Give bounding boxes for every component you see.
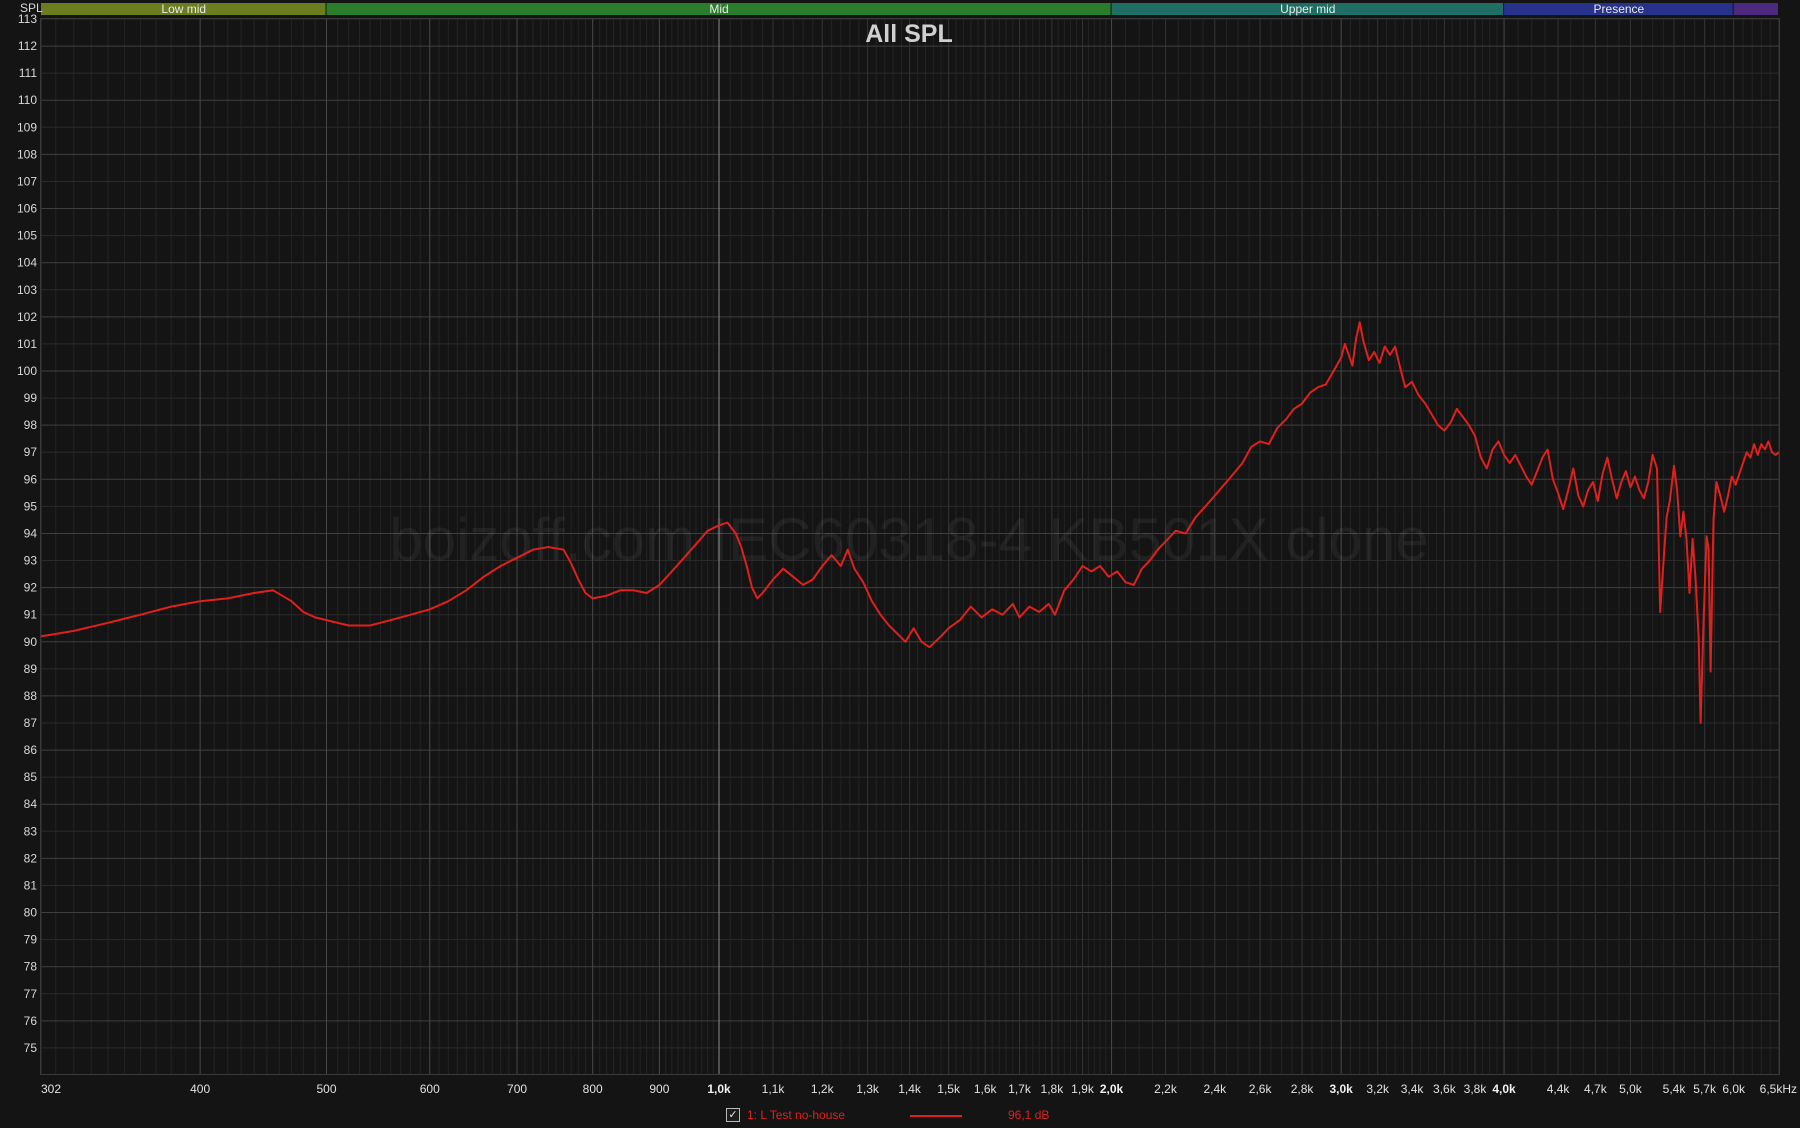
x-tick-label: 1,3k	[856, 1082, 880, 1096]
band-label-2: Upper mid	[1280, 2, 1335, 16]
y-tick-label: 89	[24, 662, 38, 676]
y-tick-label: 103	[17, 283, 37, 297]
series-visibility-checkbox[interactable]: ✓	[726, 1108, 740, 1122]
y-tick-label: 88	[24, 689, 38, 703]
x-tick-label: 500	[316, 1082, 336, 1096]
y-tick-label: 110	[18, 93, 37, 107]
y-tick-label: 95	[24, 499, 38, 513]
y-tick-label: 96	[24, 472, 38, 486]
y-tick-label: 108	[17, 147, 37, 161]
x-tick-label: 700	[507, 1082, 527, 1096]
y-tick-label: 98	[24, 418, 38, 432]
watermark: boizoff.com IEC60318-4 KB501X clone	[389, 506, 1429, 573]
band-label-0: Low mid	[161, 2, 206, 16]
x-tick-label: 6,0k	[1722, 1082, 1746, 1096]
y-tick-label: 91	[24, 608, 38, 622]
y-tick-label: 90	[24, 635, 38, 649]
y-tick-label: 105	[17, 229, 37, 243]
x-tick-label: 3,8k	[1464, 1082, 1488, 1096]
x-tick-label: 302	[41, 1082, 61, 1096]
y-tick-label: 101	[17, 337, 37, 351]
y-tick-label: 93	[24, 554, 38, 568]
y-tick-label: 97	[24, 445, 38, 459]
y-tick-label: 100	[17, 364, 37, 378]
y-tick-label: 85	[24, 770, 38, 784]
y-tick-label: 77	[24, 987, 38, 1001]
y-tick-label: 86	[24, 743, 38, 757]
x-tick-label: 600	[420, 1082, 440, 1096]
x-tick-label: 400	[190, 1082, 210, 1096]
y-tick-label: 112	[18, 39, 37, 53]
x-tick-label: 4,4k	[1547, 1082, 1571, 1096]
x-tick-label: 1,4k	[898, 1082, 922, 1096]
y-tick-label: 107	[17, 174, 37, 188]
y-tick-label: 92	[24, 581, 38, 595]
band-label-3: Presence	[1594, 2, 1645, 16]
x-tick-label: 6,5kHz	[1760, 1082, 1797, 1096]
x-tick-label: 1,0k	[707, 1082, 731, 1096]
x-tick-label: 2,8k	[1291, 1082, 1315, 1096]
y-tick-label: 102	[17, 310, 37, 324]
y-tick-label: 109	[17, 120, 37, 134]
x-tick-label: 3,6k	[1433, 1082, 1457, 1096]
x-tick-label: 3,2k	[1366, 1082, 1390, 1096]
y-tick-label: 83	[24, 824, 38, 838]
x-tick-label: 5,4k	[1663, 1082, 1687, 1096]
x-tick-label: 1,9k	[1071, 1082, 1095, 1096]
y-tick-label: 113	[18, 12, 37, 26]
y-tick-label: 81	[24, 878, 38, 892]
x-tick-label: 5,0k	[1619, 1082, 1643, 1096]
x-tick-label: 900	[649, 1082, 669, 1096]
band-4	[1733, 3, 1778, 15]
legend-series-value: 96,1 dB	[1008, 1108, 1050, 1122]
y-tick-label: 76	[24, 1014, 38, 1028]
x-tick-label: 1,7k	[1008, 1082, 1032, 1096]
x-tick-label: 800	[583, 1082, 603, 1096]
y-tick-label: 75	[24, 1041, 38, 1055]
x-tick-label: 3,0k	[1329, 1082, 1353, 1096]
x-tick-label: 1,6k	[974, 1082, 998, 1096]
y-tick-label: 79	[24, 933, 38, 947]
y-tick-label: 99	[24, 391, 38, 405]
x-tick-label: 1,1k	[762, 1082, 786, 1096]
chart-title: All SPL	[865, 20, 953, 48]
legend-series-name: 1: L Test no-house	[747, 1108, 846, 1122]
x-tick-label: 2,6k	[1249, 1082, 1273, 1096]
y-tick-label: 78	[24, 960, 38, 974]
band-label-1: Mid	[709, 2, 728, 16]
y-tick-label: 82	[24, 851, 38, 865]
legend: ✓ 1: L Test no-house 96,1 dB	[0, 1106, 1800, 1128]
y-tick-label: 104	[17, 256, 37, 270]
legend-line-swatch	[910, 1115, 962, 1117]
x-tick-label: 4,7k	[1584, 1082, 1608, 1096]
frequency-band-bar: Low mid Mid Upper mid Presence	[41, 2, 1778, 16]
y-tick-label: 111	[19, 66, 38, 80]
y-tick-label: 87	[24, 716, 38, 730]
x-tick-label: 1,5k	[937, 1082, 961, 1096]
x-tick-label: 2,4k	[1203, 1082, 1227, 1096]
x-tick-label: 2,2k	[1154, 1082, 1178, 1096]
x-tick-label: 4,0k	[1492, 1082, 1516, 1096]
x-tick-label: 3,4k	[1401, 1082, 1425, 1096]
x-tick-label: 1,2k	[811, 1082, 835, 1096]
x-tick-label: 1,8k	[1041, 1082, 1065, 1096]
x-tick-label: 5,7k	[1693, 1082, 1717, 1096]
x-tick-label: 2,0k	[1100, 1082, 1124, 1096]
y-tick-label: 84	[24, 797, 38, 811]
y-tick-label: 94	[24, 526, 38, 540]
y-tick-label: 106	[17, 202, 37, 216]
y-tick-label: 80	[24, 906, 38, 920]
spl-chart: Low mid Mid Upper mid Presence SPL 11311211…	[0, 0, 1800, 1106]
